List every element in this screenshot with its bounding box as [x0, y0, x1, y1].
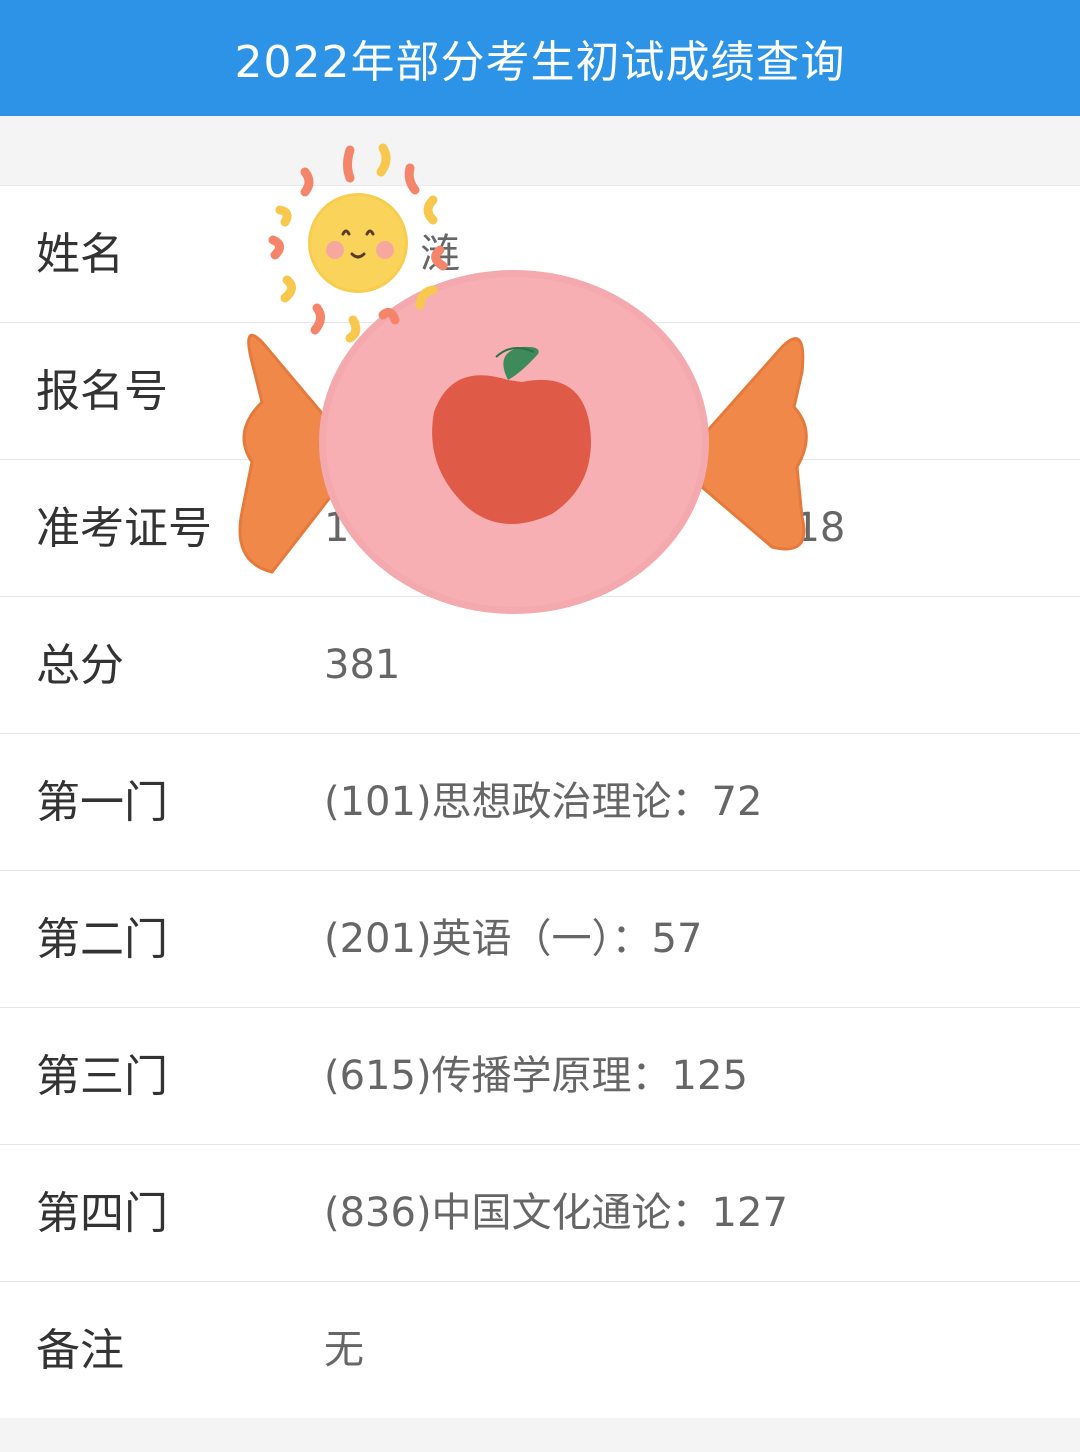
- page-header: 2022年部分考生初试成绩查询: [0, 0, 1080, 116]
- table-row-subject-3: 第三门 (615)传播学原理：125: [0, 1007, 1080, 1144]
- table-row-subject-1: 第一门 (101)思想政治理论：72: [0, 733, 1080, 870]
- row-label: 第一门: [36, 777, 168, 828]
- row-label: 姓名: [36, 229, 124, 280]
- row-label: 准考证号: [36, 503, 212, 554]
- row-value: 涟: [420, 231, 460, 277]
- row-label: 第四门: [36, 1188, 168, 1239]
- table-row-total-score: 总分 381: [0, 596, 1080, 733]
- header-gap: [0, 116, 1080, 185]
- table-row-subject-4: 第四门 (836)中国文化通论：127: [0, 1144, 1080, 1281]
- table-row-registration-number: 报名号: [0, 322, 1080, 459]
- row-label: 总分: [36, 640, 124, 691]
- table-row-admission-number: 准考证号 1 18: [0, 459, 1080, 596]
- row-label: 备注: [36, 1325, 124, 1376]
- table-row-name: 姓名 涟: [0, 185, 1080, 322]
- row-value: 381: [324, 642, 401, 688]
- row-value: 无: [324, 1327, 364, 1373]
- page-title: 2022年部分考生初试成绩查询: [234, 37, 846, 88]
- row-value: 1 18: [324, 505, 846, 551]
- table-row-remarks: 备注 无: [0, 1281, 1080, 1418]
- row-value: (615)传播学原理：125: [324, 1053, 748, 1099]
- score-table: 姓名 涟 报名号 准考证号 1 18 总分 381 第一门 (101)思想政治理…: [0, 185, 1080, 1418]
- table-row-subject-2: 第二门 (201)英语（一）：57: [0, 870, 1080, 1007]
- row-value: (836)中国文化通论：127: [324, 1190, 788, 1236]
- row-label: 第三门: [36, 1051, 168, 1102]
- row-value: (101)思想政治理论：72: [324, 779, 763, 825]
- row-value: (201)英语（一）：57: [324, 916, 703, 962]
- bottom-gap: [0, 1428, 1080, 1452]
- row-label: 报名号: [36, 366, 168, 417]
- row-label: 第二门: [36, 914, 168, 965]
